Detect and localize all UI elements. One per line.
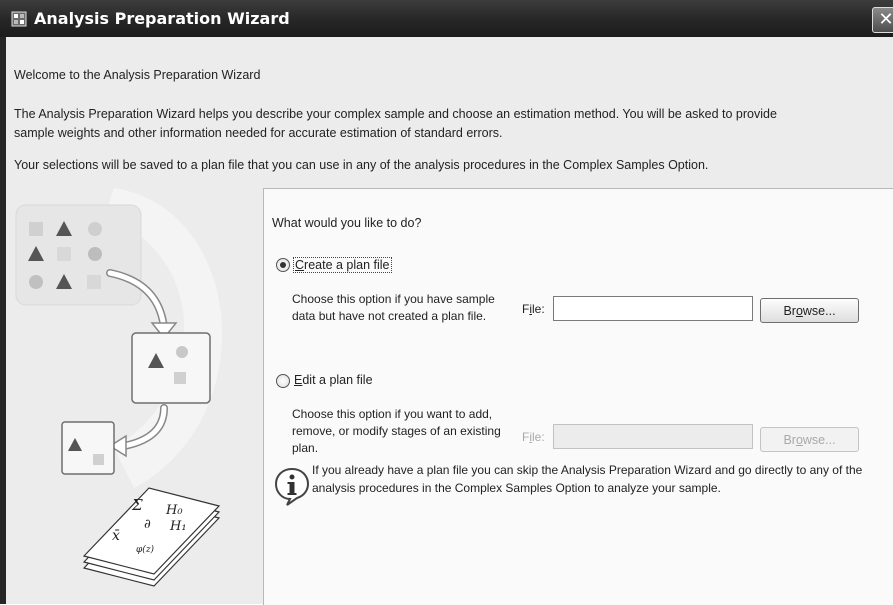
- wizard-illustration: Σ H₀ ∂ H₁ x̄ φ(z): [15, 188, 223, 587]
- edit-plan-file-input[interactable]: [553, 424, 753, 449]
- intro-description-line2: sample weights and other information nee…: [14, 126, 503, 140]
- sample-card-icon: [131, 332, 211, 404]
- close-button[interactable]: ✕: [872, 7, 893, 33]
- title-bar[interactable]: Analysis Preparation Wizard ✕: [0, 0, 893, 37]
- edit-plan-radio[interactable]: [276, 374, 290, 388]
- wizard-app-icon: [11, 11, 27, 27]
- welcome-heading: Welcome to the Analysis Preparation Wiza…: [14, 68, 261, 82]
- create-plan-label[interactable]: Create a plan file: [293, 257, 392, 273]
- svg-text:H₁: H₁: [169, 519, 187, 534]
- create-plan-description: Choose this option if you have sample da…: [292, 292, 495, 323]
- edit-plan-file-label: File:: [522, 430, 545, 444]
- svg-text:H₀: H₀: [165, 503, 183, 518]
- create-plan-browse-button[interactable]: Browse...: [760, 298, 859, 323]
- info-message: If you already have a plan file you can …: [312, 463, 863, 495]
- edit-plan-description: Choose this option if you want to add, r…: [292, 407, 501, 455]
- save-note: Your selections will be saved to a plan …: [14, 158, 709, 172]
- options-panel: [263, 188, 893, 605]
- svg-text:∂: ∂: [144, 517, 151, 532]
- svg-text:Σ: Σ: [131, 496, 143, 514]
- window-title: Analysis Preparation Wizard: [34, 9, 290, 28]
- shapes-card-icon: [15, 204, 142, 306]
- edit-plan-label[interactable]: Edit a plan file: [294, 373, 373, 387]
- svg-text:x̄: x̄: [112, 528, 120, 544]
- close-icon: ✕: [878, 9, 893, 29]
- info-icon: [274, 467, 310, 506]
- formula-papers-icon: Σ H₀ ∂ H₁ x̄ φ(z): [82, 487, 221, 587]
- create-plan-radio[interactable]: [276, 258, 290, 272]
- edit-plan-browse-button[interactable]: Browse...: [760, 427, 859, 452]
- result-card-icon: [61, 421, 115, 475]
- intro-description-line1: The Analysis Preparation Wizard helps yo…: [14, 107, 777, 121]
- create-plan-file-input[interactable]: [553, 296, 753, 321]
- svg-text:φ(z): φ(z): [136, 544, 155, 555]
- create-plan-file-label: File:: [522, 302, 545, 316]
- question-label: What would you like to do?: [272, 216, 422, 230]
